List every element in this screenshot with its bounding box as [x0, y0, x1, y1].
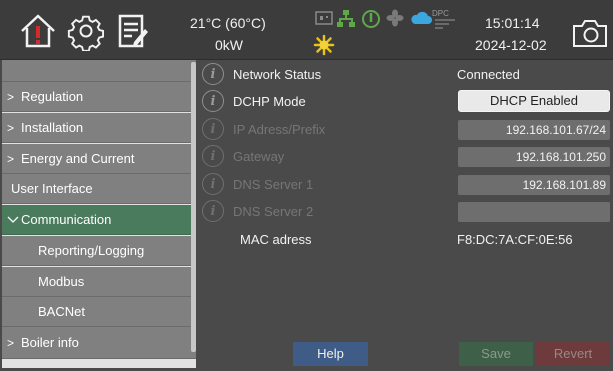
- chevron-right-icon: >: [7, 120, 15, 135]
- gateway-field[interactable]: 192.168.101.250: [458, 147, 610, 167]
- sidebar-item-label: BACNet: [38, 304, 85, 319]
- sidebar-item-label: Installation: [21, 120, 84, 135]
- sidebar-subitem-modbus[interactable]: Modbus: [2, 267, 196, 297]
- sidebar-item-label: Modbus: [38, 274, 85, 289]
- camera-icon[interactable]: [571, 16, 609, 50]
- home-alarm-icon[interactable]: [18, 11, 58, 51]
- ip-address-row: i IP Adress/Prefix 192.168.101.67/24: [202, 117, 612, 141]
- dhcp-mode-label: DCHP Mode: [233, 94, 306, 109]
- clock-time: 15:01:14: [485, 15, 540, 31]
- mac-address-value: F8:DC:7A:CF:0E:56: [457, 232, 573, 247]
- info-icon[interactable]: i: [202, 118, 224, 140]
- sidebar-subitem-reporting-logging[interactable]: Reporting/Logging: [2, 236, 196, 266]
- ip-address-label: IP Adress/Prefix: [233, 122, 326, 137]
- help-button[interactable]: Help: [293, 342, 368, 366]
- mac-address-row: MAC adress F8:DC:7A:CF:0E:56: [202, 227, 612, 251]
- ip-address-field[interactable]: 192.168.101.67/24: [458, 120, 610, 140]
- gear-icon[interactable]: [66, 11, 106, 52]
- dhcp-mode-button[interactable]: DHCP Enabled: [458, 90, 610, 112]
- chevron-right-icon: >: [7, 151, 15, 166]
- dns-server-2-label: DNS Server 2: [233, 204, 314, 219]
- sidebar-item-label: User Interface: [11, 181, 93, 196]
- sidebar-item-boiler-info[interactable]: > Boiler info: [2, 327, 196, 359]
- dpc-bars-icon: [435, 19, 455, 29]
- save-button[interactable]: Save: [459, 342, 533, 366]
- power-icon: [362, 10, 380, 28]
- info-icon[interactable]: i: [202, 145, 224, 167]
- info-icon[interactable]: i: [202, 90, 224, 112]
- dhcp-mode-row: i DCHP Mode DHCP Enabled: [202, 89, 612, 113]
- sidebar-item-regulation[interactable]: > Regulation: [2, 82, 196, 112]
- fan-icon: [386, 9, 404, 27]
- sidebar-item-label: Energy and Current: [21, 151, 135, 166]
- network-status-value: Connected: [457, 67, 520, 82]
- sidebar-item-energy-and-current[interactable]: > Energy and Current: [2, 144, 196, 174]
- chevron-down-icon: [7, 213, 21, 227]
- sidebar-item-communication[interactable]: Communication: [2, 205, 196, 235]
- dns-server-1-row: i DNS Server 1 192.168.101.89: [202, 172, 612, 196]
- sidebar-scrollbar[interactable]: [191, 62, 196, 352]
- cloud-icon: [411, 11, 432, 24]
- info-icon[interactable]: i: [202, 63, 224, 85]
- dns-server-2-row: i DNS Server 2: [202, 199, 612, 223]
- dpc-indicator: DPC: [432, 9, 449, 18]
- gateway-row: i Gateway 192.168.101.250: [202, 144, 612, 168]
- gateway-label: Gateway: [233, 149, 285, 164]
- clock-date: 2024-12-02: [475, 37, 547, 53]
- top-bar: 21°C (60°C) 0kW DPC 15:01:14 2024-12-02: [0, 0, 613, 60]
- network-status-row: i Network Status Connected: [202, 62, 612, 86]
- sidebar-top-item[interactable]: [2, 60, 196, 82]
- status-icons: DPC: [315, 9, 455, 31]
- dns-server-1-field[interactable]: 192.168.101.89: [458, 175, 610, 195]
- sidebar-item-label: Communication: [21, 212, 112, 227]
- sidebar-item-label: Regulation: [21, 89, 84, 104]
- chevron-right-icon: >: [7, 89, 15, 104]
- sun-icon: [313, 34, 335, 56]
- sidebar-item-user-interface[interactable]: User Interface: [2, 174, 196, 204]
- plug-icon: [315, 11, 333, 25]
- temperature-readout: 21°C (60°C): [190, 15, 266, 31]
- chevron-right-icon: >: [7, 335, 15, 350]
- network-icon: [337, 10, 355, 27]
- sidebar-item-label: Reporting/Logging: [38, 243, 145, 258]
- network-status-label: Network Status: [233, 67, 322, 82]
- sidebar-item-label: Boiler info: [21, 335, 79, 350]
- settings-sidebar: > Regulation > Installation > Energy and…: [2, 60, 196, 368]
- dns-server-2-field[interactable]: [458, 202, 610, 222]
- notes-icon[interactable]: [112, 11, 152, 51]
- sidebar-subitem-bacnet[interactable]: BACNet: [2, 297, 196, 327]
- mac-address-label: MAC adress: [240, 232, 312, 247]
- sidebar-item-installation[interactable]: > Installation: [2, 113, 196, 143]
- info-icon[interactable]: i: [202, 200, 224, 222]
- revert-button[interactable]: Revert: [536, 342, 610, 366]
- power-readout: 0kW: [215, 37, 243, 53]
- dns-server-1-label: DNS Server 1: [233, 177, 314, 192]
- info-icon[interactable]: i: [202, 173, 224, 195]
